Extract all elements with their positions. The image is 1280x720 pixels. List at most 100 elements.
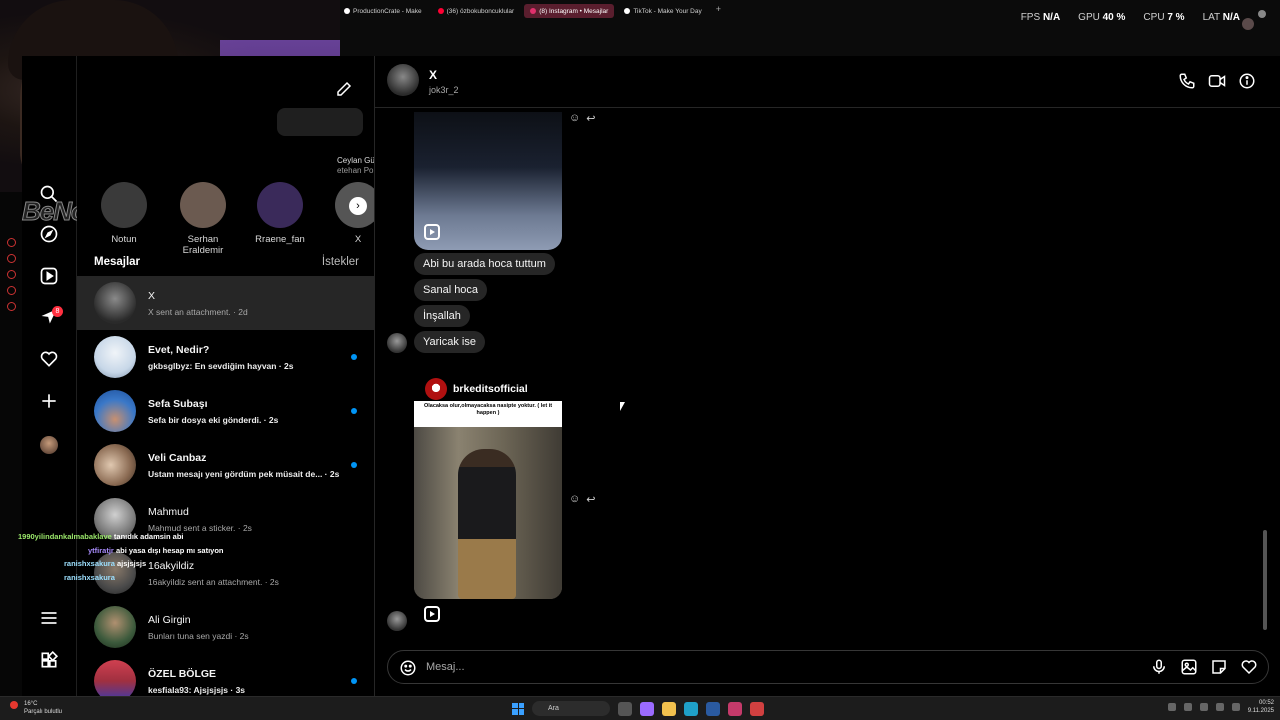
sender-avatar [387, 333, 407, 353]
video-icon[interactable] [1208, 72, 1226, 90]
app-icon[interactable] [640, 701, 654, 716]
microphone-icon[interactable] [1150, 658, 1168, 676]
thread-avatar [94, 444, 136, 486]
new-tab-button[interactable]: + [712, 4, 725, 20]
tiktok-icon [624, 8, 631, 14]
menu-icon[interactable] [39, 608, 59, 628]
tray-icon[interactable] [1199, 703, 1208, 711]
notes-next-button[interactable]: › [349, 197, 367, 215]
cpu-label: CPU [1143, 12, 1165, 23]
conversation-panel: X jok3r_2 ☺ ↩ Abi bu arada hoca tuttum Sa… [375, 56, 1280, 696]
strip-icon [7, 238, 16, 247]
chat-line: 1990yilindankalmabaklave tanıdık adamsin… [18, 532, 184, 541]
info-icon[interactable] [1238, 72, 1256, 90]
more-apps-icon[interactable] [39, 650, 59, 670]
mouse-cursor [620, 402, 625, 411]
note-item[interactable]: Serhan Eraldemir [168, 182, 238, 256]
emoji-icon[interactable] [399, 659, 417, 677]
reels-icon[interactable] [39, 266, 59, 286]
inbox-header: Mesajlar İstekler [94, 256, 359, 268]
note-avatar [180, 182, 226, 228]
productioncrate-icon [344, 8, 350, 14]
note-item[interactable]: X [323, 182, 374, 245]
inbox-search[interactable] [277, 108, 363, 136]
shared-account-avatar [425, 378, 447, 400]
tab-tiktok[interactable]: TikTok - Make Your Day [618, 4, 707, 18]
tab-productioncrate[interactable]: ProductionCrate - Make [338, 4, 428, 18]
react-emoji-icon[interactable]: ☺ [569, 112, 580, 125]
reply-icon[interactable]: ↩ [586, 112, 595, 125]
conversation-username: jok3r_2 [429, 85, 459, 95]
conversation-scrollbar[interactable] [1262, 110, 1268, 638]
create-icon[interactable] [39, 391, 59, 411]
app-icon[interactable] [750, 701, 764, 716]
fps-value: N/A [1042, 12, 1061, 23]
profile-avatar[interactable] [40, 436, 58, 454]
note-item[interactable]: Rraene_fan [245, 182, 315, 245]
message-bubble: Sanal hoca [414, 279, 488, 301]
extension-icon[interactable] [1258, 10, 1266, 18]
thread-avatar [94, 660, 136, 696]
scrollbar-thumb[interactable] [1263, 530, 1267, 630]
reels-icon[interactable] [424, 606, 440, 622]
reel-attachment[interactable] [414, 112, 562, 250]
strip-icon [7, 270, 16, 279]
inbox-panel: Notun Serhan Eraldemir Rraene_fan X Ceyl… [77, 56, 375, 696]
instagram-icon [530, 8, 537, 14]
conversation-avatar[interactable] [387, 64, 419, 96]
app-icon[interactable] [618, 701, 632, 716]
message-bubble: Abi bu arada hoca tuttum [414, 253, 555, 275]
performance-stats: FPS N/A GPU 40 % CPU 7 % LAT N/A [1021, 12, 1240, 23]
note-item[interactable]: Notun [89, 182, 159, 245]
requests-link[interactable]: İstekler [322, 256, 359, 268]
heart-icon[interactable] [39, 349, 59, 369]
file-explorer-icon[interactable] [662, 701, 676, 716]
sticker-icon[interactable] [1210, 658, 1228, 676]
notes-row: Notun Serhan Eraldemir Rraene_fan X [77, 182, 374, 256]
tab-instagram[interactable]: (8) Instagram • Mesajlar [524, 4, 615, 18]
compose-icon[interactable] [335, 80, 353, 98]
react-emoji-icon[interactable]: ☺ [569, 493, 580, 506]
thread-item[interactable]: Ali Girgin Bunları tuna sen yazdi · 2s [77, 600, 374, 654]
tab-youtube[interactable]: (36) özbokuboncuklular [432, 4, 521, 18]
shared-post-media[interactable]: Olacaksa olur,olmayacaksa nasipte yoktur… [414, 401, 562, 599]
taskbar-apps: Ara [512, 701, 764, 716]
image-icon[interactable] [1180, 658, 1198, 676]
system-tray: 00:52 9.11.2025 [1167, 699, 1274, 715]
phone-icon[interactable] [1178, 72, 1196, 90]
message-actions: ☺ ↩ [569, 493, 595, 506]
reels-icon [424, 224, 440, 240]
shared-post-header[interactable]: brkeditsofficial [425, 378, 528, 400]
thread-item[interactable]: Evet, Nedir? gkbsglbyz: En sevdiğim hayva… [77, 330, 374, 384]
conversation-header: X jok3r_2 [375, 56, 1280, 108]
message-input[interactable] [426, 657, 1106, 677]
opera-icon[interactable] [728, 701, 742, 716]
thread-item[interactable]: Veli Canbaz Ustam mesajı yeni gördüm pek … [77, 438, 374, 492]
chat-line: ranishxsakura [64, 572, 115, 582]
tray-icon[interactable] [1167, 703, 1176, 711]
clock[interactable]: 00:52 9.11.2025 [1248, 699, 1274, 715]
thread-item[interactable]: ÖZEL BÖLGE kesfiala93: Ajsjsjsjs · 3s [77, 654, 374, 696]
message-bubble: Yaricak ise [414, 331, 485, 353]
strip-icon [7, 286, 16, 295]
volume-icon[interactable] [1231, 703, 1240, 711]
thread-item[interactable]: Sefa Subaşı Sefa bir dosya eki gönderdi. … [77, 384, 374, 438]
thread-avatar [94, 606, 136, 648]
thread-item[interactable]: XX sent an attachment. · 2d [77, 276, 374, 330]
conversation-name[interactable]: X [429, 68, 437, 82]
wifi-icon[interactable] [1215, 703, 1224, 711]
taskbar-search[interactable]: Ara [532, 701, 610, 716]
weather-icon [10, 701, 18, 709]
reply-icon[interactable]: ↩ [586, 493, 595, 506]
strip-icon [7, 254, 16, 263]
windows-start-icon[interactable] [512, 702, 524, 715]
heart-icon[interactable] [1240, 658, 1258, 676]
profile-avatar[interactable] [1242, 18, 1254, 30]
browser-tabs: ProductionCrate - Make (36) özbokuboncuk… [338, 4, 725, 20]
inbox-title: Mesajlar [94, 256, 141, 268]
app-icon[interactable] [706, 701, 720, 716]
tray-icon[interactable] [1183, 703, 1192, 711]
shared-account-name: brkeditsofficial [453, 383, 528, 395]
edge-icon[interactable] [684, 701, 698, 716]
weather-widget[interactable]: 16°C Parçalı bulutlu [10, 700, 62, 716]
